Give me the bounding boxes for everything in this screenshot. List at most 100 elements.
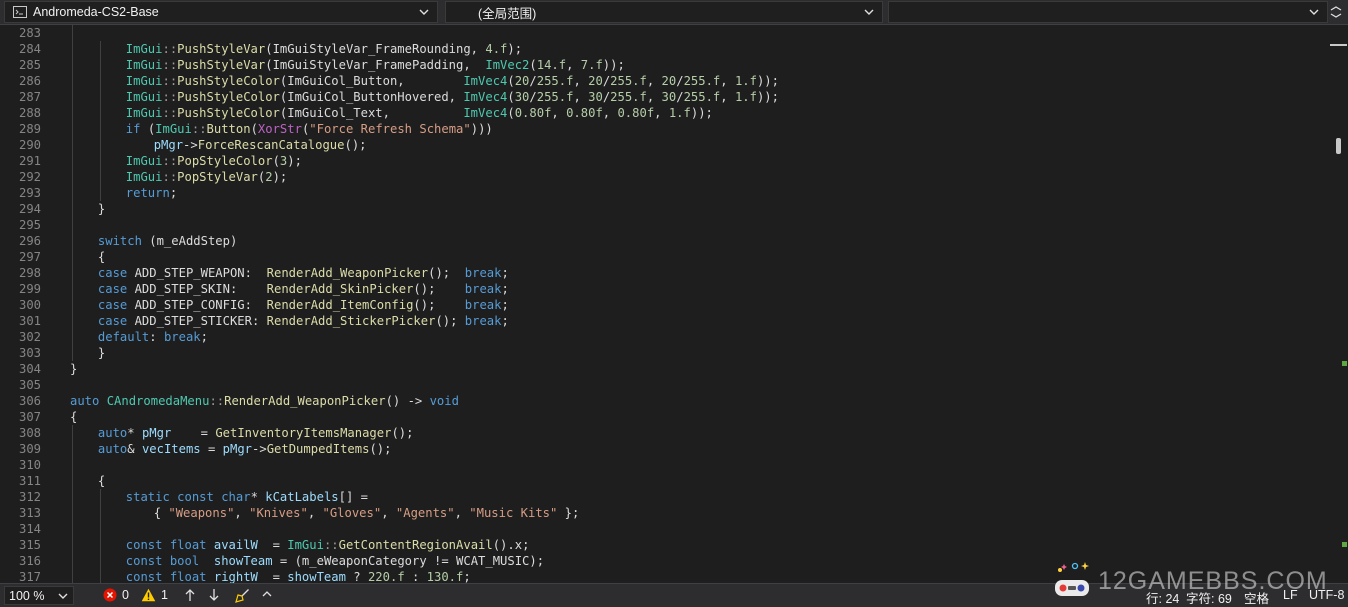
code-token: Button (206, 122, 251, 136)
line-number: 306 (18, 394, 41, 408)
code-token: )); (756, 90, 779, 104)
code-token: ImGui (125, 154, 163, 168)
code-token: if (125, 122, 141, 136)
code-token: (); (369, 442, 392, 456)
code-token: * (127, 426, 142, 440)
line-number: 300 (18, 298, 41, 312)
line-number: 283 (18, 26, 41, 40)
code-token: ( (507, 74, 515, 88)
cleanup-options-button[interactable] (261, 588, 278, 600)
line-number: 292 (18, 170, 41, 184)
code-token: GetContentRegionAvail (338, 538, 493, 552)
code-token: switch (97, 234, 142, 248)
code-text: } (98, 345, 105, 361)
code-token: (ImGuiCol_Text, (279, 106, 464, 120)
code-token: 2 (265, 170, 273, 184)
scope-dropdown[interactable]: (全局范围) (445, 1, 883, 23)
code-token: ; (501, 282, 509, 296)
code-token: RenderAdd_StickerPicker (266, 314, 436, 328)
line-number: 312 (18, 490, 41, 504)
scrollbar-thumb[interactable] (1336, 138, 1341, 154)
code-token: "Knives" (249, 506, 308, 520)
code-text: auto CAndromedaMenu::RenderAdd_WeaponPic… (70, 393, 459, 409)
code-editor[interactable]: 283 284 ImGui::PushStyleVar(ImGuiStyleVar_… (0, 25, 1348, 583)
member-dropdown[interactable] (888, 1, 1328, 23)
chevron-down-icon (864, 9, 874, 15)
code-token: ( (507, 90, 515, 104)
code-token: case (97, 266, 128, 280)
code-token: :: (162, 154, 178, 168)
code-token: = (257, 538, 288, 552)
line-number: 307 (18, 410, 41, 424)
code-token: 20 (661, 74, 677, 88)
code-token: pMgr (141, 426, 172, 440)
broom-icon (235, 589, 249, 603)
code-cleanup-button[interactable] (235, 588, 255, 603)
code-token: :: (162, 58, 178, 72)
code-token: ImVec2 (485, 58, 530, 72)
code-token: ; (200, 330, 208, 344)
change-marker (1342, 542, 1347, 547)
code-token: RenderAdd_ItemConfig (266, 298, 414, 312)
code-token: 7.f (580, 58, 603, 72)
code-token: )); (756, 74, 779, 88)
line-number: 293 (18, 186, 41, 200)
chevron-down-icon (419, 9, 429, 15)
code-token: ().x; (492, 538, 530, 552)
split-editor-button[interactable] (1328, 3, 1344, 21)
code-token: } (97, 202, 106, 216)
code-token: 4.f (485, 42, 508, 56)
overview-ruler[interactable] (1327, 25, 1348, 583)
code-token: = (m_eWeaponCategory != WCAT_MUSIC); (272, 554, 545, 568)
watermark-text: 12GAMEBBS.COM (1098, 566, 1328, 595)
code-token: )); (690, 106, 713, 120)
code-token: ( (507, 106, 515, 120)
code-token: ImGui (125, 58, 163, 72)
code-token: , (551, 106, 567, 120)
code-token: 30 (514, 90, 530, 104)
code-token: { (153, 506, 169, 520)
code-token: RenderAdd_SkinPicker (266, 282, 414, 296)
code-token: 220.f (367, 570, 405, 583)
code-token: : (149, 330, 164, 344)
code-token: (); (344, 138, 367, 152)
code-token: 0.80f (566, 106, 603, 120)
previous-issue-button[interactable] (183, 588, 202, 602)
code-token: showTeam (213, 554, 273, 568)
code-token: PopStyleVar (177, 170, 258, 184)
code-token: ); (272, 170, 288, 184)
code-token: vecItems (141, 442, 201, 456)
code-token: :: (209, 394, 225, 408)
warning-count: 1 (161, 588, 168, 602)
code-token: , (602, 106, 618, 120)
code-token: PushStyleColor (177, 106, 280, 120)
warnings-indicator[interactable]: 1 (141, 588, 168, 602)
code-token: char (221, 490, 251, 504)
code-token: 1.f (668, 106, 691, 120)
code-token: 20 (514, 74, 530, 88)
line-number: 299 (18, 282, 41, 296)
code-token: ImGui (125, 170, 163, 184)
zoom-level: 100 % (9, 588, 45, 603)
code-token: case (97, 298, 128, 312)
code-token: (ImGuiStyleVar_FramePadding, (265, 58, 486, 72)
code-token: ADD_STEP_STICKER: (127, 314, 267, 328)
code-text: case ADD_STEP_WEAPON: RenderAdd_WeaponPi… (98, 265, 509, 281)
project-dropdown[interactable]: Andromeda-CS2-Base (4, 1, 438, 23)
code-token: ( (140, 122, 156, 136)
code-text: case ADD_STEP_STICKER: RenderAdd_Sticker… (98, 313, 509, 329)
errors-indicator[interactable]: 0 (103, 588, 129, 602)
code-text: switch (m_eAddStep) (98, 233, 237, 249)
indent-guide (99, 41, 101, 201)
zoom-dropdown[interactable]: 100 % (4, 586, 74, 605)
code-token: availW (213, 538, 258, 552)
code-token: ; (501, 298, 509, 312)
arrow-down-icon (209, 589, 219, 601)
code-token: (); (413, 298, 465, 312)
next-issue-button[interactable] (207, 588, 226, 602)
line-number: 311 (18, 474, 41, 488)
code-token: ))) (470, 122, 493, 136)
code-token: , (454, 506, 470, 520)
